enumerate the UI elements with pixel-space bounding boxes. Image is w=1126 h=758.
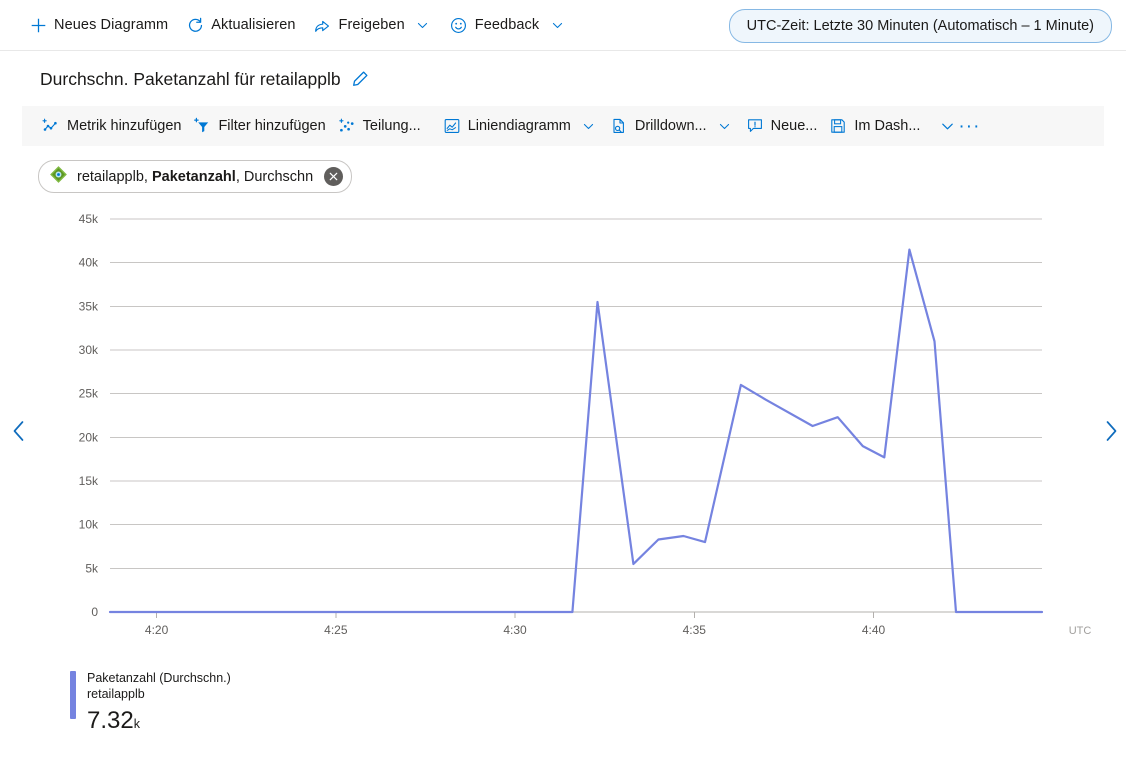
x-axis-tick-label: 4:25 bbox=[324, 623, 348, 637]
new-chart-label: Neues Diagramm bbox=[54, 17, 169, 33]
add-metric-button[interactable]: Metrik hinzufügen bbox=[36, 111, 187, 141]
plus-icon bbox=[29, 16, 47, 34]
y-axis-tick-label: 15k bbox=[79, 474, 99, 488]
x-axis-tick-label: 4:20 bbox=[145, 623, 169, 637]
new-alert-icon bbox=[746, 117, 764, 135]
legend-value-number: 7.32 bbox=[87, 707, 134, 735]
load-balancer-icon bbox=[49, 165, 68, 188]
metric-chip[interactable]: retailapplb, Paketanzahl, Durchschn bbox=[38, 160, 353, 193]
save-icon bbox=[829, 117, 847, 135]
line-chart-icon bbox=[443, 117, 461, 135]
y-axis-tick-label: 40k bbox=[79, 256, 99, 270]
legend-value: 7.32k bbox=[87, 706, 231, 736]
chevron-left-icon[interactable] bbox=[6, 414, 32, 448]
chart-region: 0 5k 10k 15k 20k 25k 30k 35k 40k 45k 4:20 4:25 4:30 4… bbox=[0, 209, 1126, 679]
chip-metric: Paketanzahl bbox=[151, 168, 236, 185]
metric-chip-label: retailapplb, Paketanzahl, Durchschn bbox=[77, 168, 314, 185]
toolbar-overflow-chevron-down-icon[interactable] bbox=[938, 117, 956, 135]
y-axis-tick-label: 20k bbox=[79, 430, 99, 444]
splitting-icon bbox=[338, 117, 356, 135]
legend-text-block: Paketanzahl (Durchschn.) retailapplb 7.3… bbox=[87, 671, 231, 736]
share-icon bbox=[314, 16, 332, 34]
command-bar: Neues Diagramm Aktualisieren Freigeben F… bbox=[0, 0, 1126, 51]
y-axis-tick-label: 0 bbox=[91, 605, 98, 619]
pencil-icon[interactable] bbox=[350, 69, 370, 89]
x-axis-tick-label: 4:30 bbox=[503, 623, 527, 637]
chart-type-button[interactable]: Liniendiagramm bbox=[437, 111, 604, 141]
new-chart-button[interactable]: Neues Diagramm bbox=[20, 9, 177, 41]
metrics-line-chart[interactable]: 0 5k 10k 15k 20k 25k 30k 35k 40k 45k 4:20 4:25 4:30 4… bbox=[0, 209, 1126, 649]
legend-resource-label: retailapplb bbox=[87, 686, 145, 701]
pin-to-dashboard-label: Im Dash... bbox=[854, 118, 921, 134]
add-filter-label: Filter hinzufügen bbox=[218, 118, 326, 134]
refresh-button[interactable]: Aktualisieren bbox=[177, 9, 304, 41]
share-label: Freigeben bbox=[338, 17, 405, 33]
chart-legend: Paketanzahl (Durchschn.) retailapplb 7.3… bbox=[0, 671, 1126, 736]
splitting-label: Teilung... bbox=[362, 118, 421, 134]
chart-series-line bbox=[108, 248, 1044, 614]
timezone-label: UTC bbox=[1069, 625, 1092, 637]
y-axis-tick-label: 5k bbox=[85, 561, 99, 575]
refresh-label: Aktualisieren bbox=[211, 17, 296, 33]
chart-title-row: Durchschn. Paketanzahl für retailapplb bbox=[0, 51, 1126, 89]
time-range-picker[interactable]: UTC-Zeit: Letzte 30 Minuten (Automatisch… bbox=[728, 9, 1112, 43]
close-icon[interactable] bbox=[324, 167, 344, 186]
smiley-icon bbox=[450, 16, 468, 34]
y-axis-tick-label: 10k bbox=[79, 518, 99, 532]
metric-chip-row: retailapplb, Paketanzahl, Durchschn bbox=[0, 146, 1126, 193]
x-axis-tick-label: 4:35 bbox=[683, 623, 707, 637]
page-title: Durchschn. Paketanzahl für retailapplb bbox=[40, 68, 341, 89]
chip-resource: retailapplb bbox=[77, 168, 144, 185]
feedback-button[interactable]: Feedback bbox=[441, 9, 575, 41]
new-alert-label: Neue... bbox=[770, 118, 818, 134]
x-axis-tick-label: 4:40 bbox=[862, 623, 886, 637]
add-filter-icon bbox=[193, 117, 211, 135]
share-button[interactable]: Freigeben bbox=[305, 9, 441, 41]
chip-aggregation: Durchschn bbox=[243, 168, 314, 185]
drilldown-label: Drilldown... bbox=[634, 118, 707, 134]
drilldown-icon bbox=[610, 117, 628, 135]
splitting-button[interactable]: Teilung... bbox=[332, 111, 427, 141]
chevron-down-icon[interactable] bbox=[414, 16, 432, 34]
refresh-icon bbox=[186, 16, 204, 34]
chevron-down-icon[interactable] bbox=[548, 16, 566, 34]
more-options-button[interactable]: ··· bbox=[956, 113, 982, 139]
chart-type-label: Liniendiagramm bbox=[467, 118, 571, 134]
feedback-label: Feedback bbox=[474, 17, 540, 33]
y-axis-tick-label: 25k bbox=[79, 387, 99, 401]
legend-value-unit: k bbox=[133, 717, 140, 732]
add-filter-button[interactable]: Filter hinzufügen bbox=[187, 111, 331, 141]
drilldown-button[interactable]: Drilldown... bbox=[604, 111, 740, 141]
add-metric-icon bbox=[42, 117, 60, 135]
new-alert-button[interactable]: Neue... bbox=[740, 111, 824, 141]
pin-to-dashboard-button[interactable]: Im Dash... bbox=[823, 111, 926, 141]
chevron-right-icon[interactable] bbox=[1098, 414, 1124, 448]
y-axis-tick-label: 30k bbox=[79, 343, 99, 357]
y-axis-tick-label: 45k bbox=[79, 212, 99, 226]
add-metric-label: Metrik hinzufügen bbox=[67, 118, 182, 134]
chevron-down-icon[interactable] bbox=[716, 117, 734, 135]
metric-toolbar: Metrik hinzufügen Filter hinzufügen Teil… bbox=[22, 106, 1104, 146]
chevron-down-icon[interactable] bbox=[580, 117, 598, 135]
y-axis-tick-label: 35k bbox=[79, 299, 99, 313]
